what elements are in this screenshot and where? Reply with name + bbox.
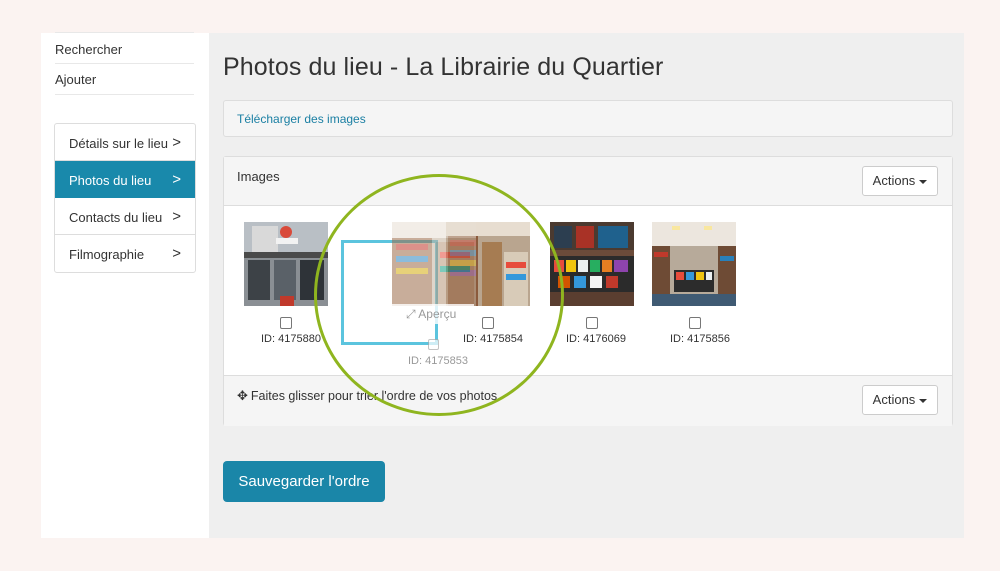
menu-item-label: Détails sur le lieu [69, 136, 168, 151]
photo-id: ID: 4175880 [261, 333, 321, 345]
menu-item-label: Filmographie [69, 247, 145, 262]
photo-checkbox[interactable] [586, 317, 598, 329]
images-panel-title: Images [237, 169, 280, 184]
menu-item-contacts[interactable]: Contacts du lieu > [55, 198, 195, 235]
images-panel-header: Images Actions [224, 157, 952, 206]
photo-thumbnail[interactable] [652, 222, 736, 306]
chevron-right-icon: > [172, 171, 181, 188]
sort-hint-text: Faites glisser pour trier l'ordre de vos… [250, 389, 498, 403]
expand-icon: ⤢ [406, 307, 419, 321]
photo-id: ID: 4176069 [566, 333, 626, 345]
photo-thumbnail[interactable] [550, 222, 634, 306]
main-content: Photos du lieu - La Librairie du Quartie… [209, 33, 964, 538]
actions-label: Actions [872, 173, 916, 188]
photo-checkbox[interactable] [689, 317, 701, 329]
sort-hint: ✥ Faites glisser pour trier l'ordre de vo… [237, 388, 497, 404]
upload-panel: Télécharger des images [223, 100, 953, 137]
menu-item-filmography[interactable]: Filmographie > [55, 235, 195, 272]
menu-item-label: Photos du lieu [69, 173, 152, 188]
search-link[interactable]: Rechercher [55, 32, 194, 64]
footer-actions-dropdown-button[interactable]: Actions [862, 385, 938, 415]
images-panel-footer: ✥ Faites glisser pour trier l'ordre de vo… [224, 375, 952, 426]
caret-down-icon [919, 398, 928, 403]
images-grid: ID: 4175880 ID: 4175854 ID: 4176069 ID: … [224, 206, 952, 376]
menu-item-details[interactable]: Détails sur le lieu > [55, 124, 195, 161]
dragged-photo[interactable] [392, 222, 476, 306]
actions-dropdown-button[interactable]: Actions [862, 166, 938, 196]
chevron-right-icon: > [172, 208, 181, 225]
page-title: Photos du lieu - La Librairie du Quartie… [223, 53, 664, 81]
dragged-photo-id: ID: 4175853 [408, 355, 468, 367]
preview-label[interactable]: ⤢ Aperçu [392, 304, 474, 324]
photo-id: ID: 4175856 [670, 333, 730, 345]
photo-checkbox[interactable] [280, 317, 292, 329]
photo-thumbnail[interactable] [244, 222, 328, 306]
upload-images-link[interactable]: Télécharger des images [237, 112, 366, 126]
actions-label: Actions [872, 392, 916, 407]
dragged-photo-checkbox [428, 339, 439, 350]
move-arrows-icon: ✥ [237, 388, 248, 403]
place-menu: Détails sur le lieu > Photos du lieu > C… [54, 123, 196, 273]
photo-checkbox[interactable] [482, 317, 494, 329]
images-panel: Images Actions ID: 4175880 ID: 4175854 I… [223, 156, 953, 426]
save-order-button[interactable]: Sauvegarder l'ordre [223, 461, 385, 502]
chevron-right-icon: > [172, 134, 181, 151]
preview-text: Aperçu [418, 307, 457, 321]
caret-down-icon [919, 179, 928, 184]
menu-item-photos[interactable]: Photos du lieu > [55, 161, 195, 198]
photo-id: ID: 4175854 [463, 333, 523, 345]
menu-item-label: Contacts du lieu [69, 210, 163, 225]
app-window: Rechercher Ajouter Détails sur le lieu >… [41, 32, 964, 538]
sidebar: Rechercher Ajouter Détails sur le lieu >… [41, 32, 209, 538]
add-link[interactable]: Ajouter [55, 64, 194, 95]
chevron-right-icon: > [172, 245, 181, 262]
